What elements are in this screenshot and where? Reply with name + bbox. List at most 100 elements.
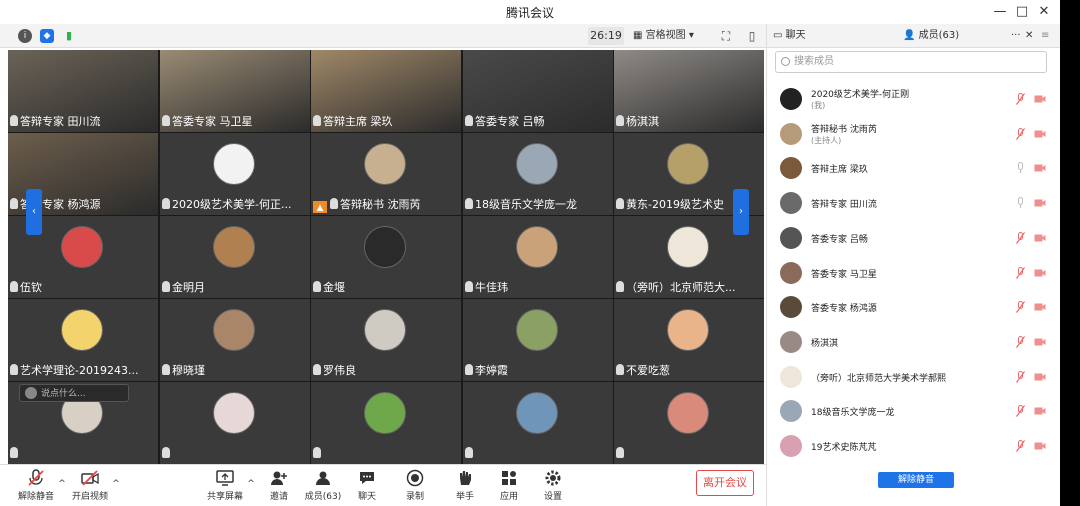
- mic-icon: [10, 281, 18, 292]
- member-row[interactable]: 答辩秘书 沈雨芮 (主持人): [767, 117, 1061, 151]
- participant-tile[interactable]: 杨淇淇: [614, 50, 764, 132]
- participant-name: 牛佳玮: [465, 280, 508, 296]
- member-row[interactable]: 19艺术史陈芃芃: [767, 429, 1061, 463]
- member-row[interactable]: 2020级艺术美学-何正刚 (我): [767, 82, 1061, 116]
- members-button[interactable]: 成员(63): [301, 469, 345, 502]
- leave-meeting-button[interactable]: 离开会议: [696, 470, 754, 496]
- participant-tile[interactable]: 罗伟良: [311, 299, 461, 381]
- camera-off-icon[interactable]: [1034, 199, 1046, 207]
- camera-off-icon[interactable]: [1034, 373, 1046, 381]
- participant-tile[interactable]: 穆晓瑾: [160, 299, 310, 381]
- view-mode-select[interactable]: ▦ 宫格视图 ▾: [633, 27, 694, 45]
- tab-members[interactable]: 👤 成员(63): [903, 24, 959, 48]
- info-icon[interactable]: i: [18, 29, 32, 43]
- participant-name-text: 答辩专家 田川流: [20, 115, 101, 128]
- grid-prev-button[interactable]: ‹: [26, 189, 42, 235]
- mic-muted-icon[interactable]: [1016, 231, 1025, 244]
- close-panel-icon[interactable]: ✕: [1025, 24, 1033, 48]
- signal-icon[interactable]: ▮: [62, 29, 76, 43]
- grid-next-button[interactable]: ›: [733, 189, 749, 235]
- start-video-button[interactable]: 开启视频: [68, 469, 112, 502]
- minimize-icon[interactable]: —: [990, 3, 1010, 21]
- unmute-all-button[interactable]: 解除静音: [878, 472, 954, 488]
- mic-icon: [616, 364, 624, 375]
- participant-tile[interactable]: 金堰: [311, 216, 461, 298]
- camera-off-icon[interactable]: [1034, 442, 1046, 450]
- settings-button[interactable]: 设置: [531, 469, 575, 502]
- layout-icon[interactable]: ▯: [744, 28, 760, 44]
- participant-tile[interactable]: 李婷霞: [463, 299, 613, 381]
- participant-name: 不爱吃葱: [616, 363, 670, 379]
- mic-muted-icon[interactable]: [1016, 335, 1025, 348]
- participant-tile[interactable]: 答委专家 马卫星: [160, 50, 310, 132]
- tab-chat[interactable]: ▭ 聊天: [773, 24, 806, 48]
- participant-tile[interactable]: [463, 382, 613, 464]
- member-row[interactable]: 18级音乐文学庞一龙: [767, 394, 1061, 428]
- participant-name-text: 艺术学理论-2019243...: [20, 364, 139, 377]
- camera-off-icon[interactable]: [1034, 269, 1046, 277]
- share-options-chevron-icon[interactable]: ^: [245, 479, 257, 489]
- member-row[interactable]: 答委专家 马卫星: [767, 256, 1061, 290]
- participant-tile[interactable]: [614, 382, 764, 464]
- quick-chat-input[interactable]: 说点什么...: [19, 384, 129, 402]
- member-row[interactable]: 答委专家 吕畅: [767, 221, 1061, 255]
- camera-off-icon[interactable]: [1034, 234, 1046, 242]
- hand-icon: [460, 471, 471, 485]
- shield-icon[interactable]: ◆: [40, 29, 54, 43]
- share-screen-button[interactable]: 共享屏幕: [203, 469, 247, 502]
- mic-muted-icon[interactable]: [1016, 266, 1025, 279]
- mic-muted-icon[interactable]: [1016, 301, 1025, 314]
- participant-tile[interactable]: [160, 382, 310, 464]
- maximize-icon[interactable]: □: [1012, 3, 1032, 21]
- mic-muted-icon[interactable]: [1016, 370, 1025, 383]
- participant-tile[interactable]: 18级音乐文学庞一龙: [463, 133, 613, 215]
- participant-tile[interactable]: 艺术学理论-2019243...: [8, 299, 158, 381]
- participant-tile[interactable]: 牛佳玮: [463, 216, 613, 298]
- member-row[interactable]: 杨淇淇: [767, 325, 1061, 359]
- participant-tile[interactable]: ▲ 答辩秘书 沈雨芮: [311, 133, 461, 215]
- mic-icon: [10, 115, 18, 126]
- member-row[interactable]: （旁听）北京师范大学美术学郝熙: [767, 360, 1061, 394]
- camera-off-icon[interactable]: [1034, 164, 1046, 172]
- camera-off-icon[interactable]: [1034, 130, 1046, 138]
- raise-hand-button[interactable]: 举手: [443, 469, 487, 502]
- camera-off-icon[interactable]: [1034, 303, 1046, 311]
- mic-options-chevron-icon[interactable]: ^: [56, 479, 68, 489]
- participant-tile[interactable]: 2020级艺术美学-何正...: [160, 133, 310, 215]
- mic-icon[interactable]: [1016, 197, 1025, 209]
- member-row[interactable]: 答辩主席 梁玖: [767, 151, 1061, 185]
- invite-button[interactable]: 邀请: [257, 469, 301, 502]
- member-row[interactable]: 答辩专家 田川流: [767, 186, 1061, 220]
- member-row[interactable]: 答委专家 杨鸿源: [767, 290, 1061, 324]
- record-button[interactable]: 录制: [393, 469, 437, 502]
- camera-off-icon[interactable]: [1034, 95, 1046, 103]
- member-search-input[interactable]: 搜索成员: [775, 51, 1047, 73]
- unmute-button[interactable]: 解除静音: [14, 469, 58, 502]
- participant-tile[interactable]: 答委专家 吕畅: [463, 50, 613, 132]
- member-role: (我): [811, 101, 826, 110]
- video-options-chevron-icon[interactable]: ^: [110, 479, 122, 489]
- mic-icon: [465, 281, 473, 292]
- mic-muted-icon[interactable]: [1016, 93, 1025, 105]
- mic-icon[interactable]: [1016, 162, 1025, 174]
- participant-tile[interactable]: 答辩主席 梁玖: [311, 50, 461, 132]
- avatar: [364, 143, 406, 185]
- unmute-label: 解除静音: [17, 492, 54, 502]
- participant-tile[interactable]: 答辩专家 田川流: [8, 50, 158, 132]
- participant-tile[interactable]: 金明月: [160, 216, 310, 298]
- mic-muted-icon[interactable]: [1016, 127, 1025, 140]
- camera-off-icon[interactable]: [1034, 407, 1046, 415]
- mic-muted-icon[interactable]: [1016, 405, 1025, 418]
- mic-icon: [465, 447, 473, 458]
- camera-off-icon[interactable]: [1034, 338, 1046, 346]
- menu-icon[interactable]: ≡: [1041, 24, 1049, 48]
- apps-button[interactable]: 应用: [487, 469, 531, 502]
- fullscreen-icon[interactable]: ⛶: [718, 28, 734, 44]
- mic-muted-icon[interactable]: [1016, 440, 1025, 452]
- apps-icon: [502, 471, 516, 485]
- participant-tile[interactable]: 不爱吃葱: [614, 299, 764, 381]
- chat-button[interactable]: 聊天: [345, 469, 389, 502]
- more-options-icon[interactable]: ···: [1011, 24, 1021, 48]
- close-icon[interactable]: ✕: [1034, 3, 1054, 21]
- participant-tile[interactable]: [311, 382, 461, 464]
